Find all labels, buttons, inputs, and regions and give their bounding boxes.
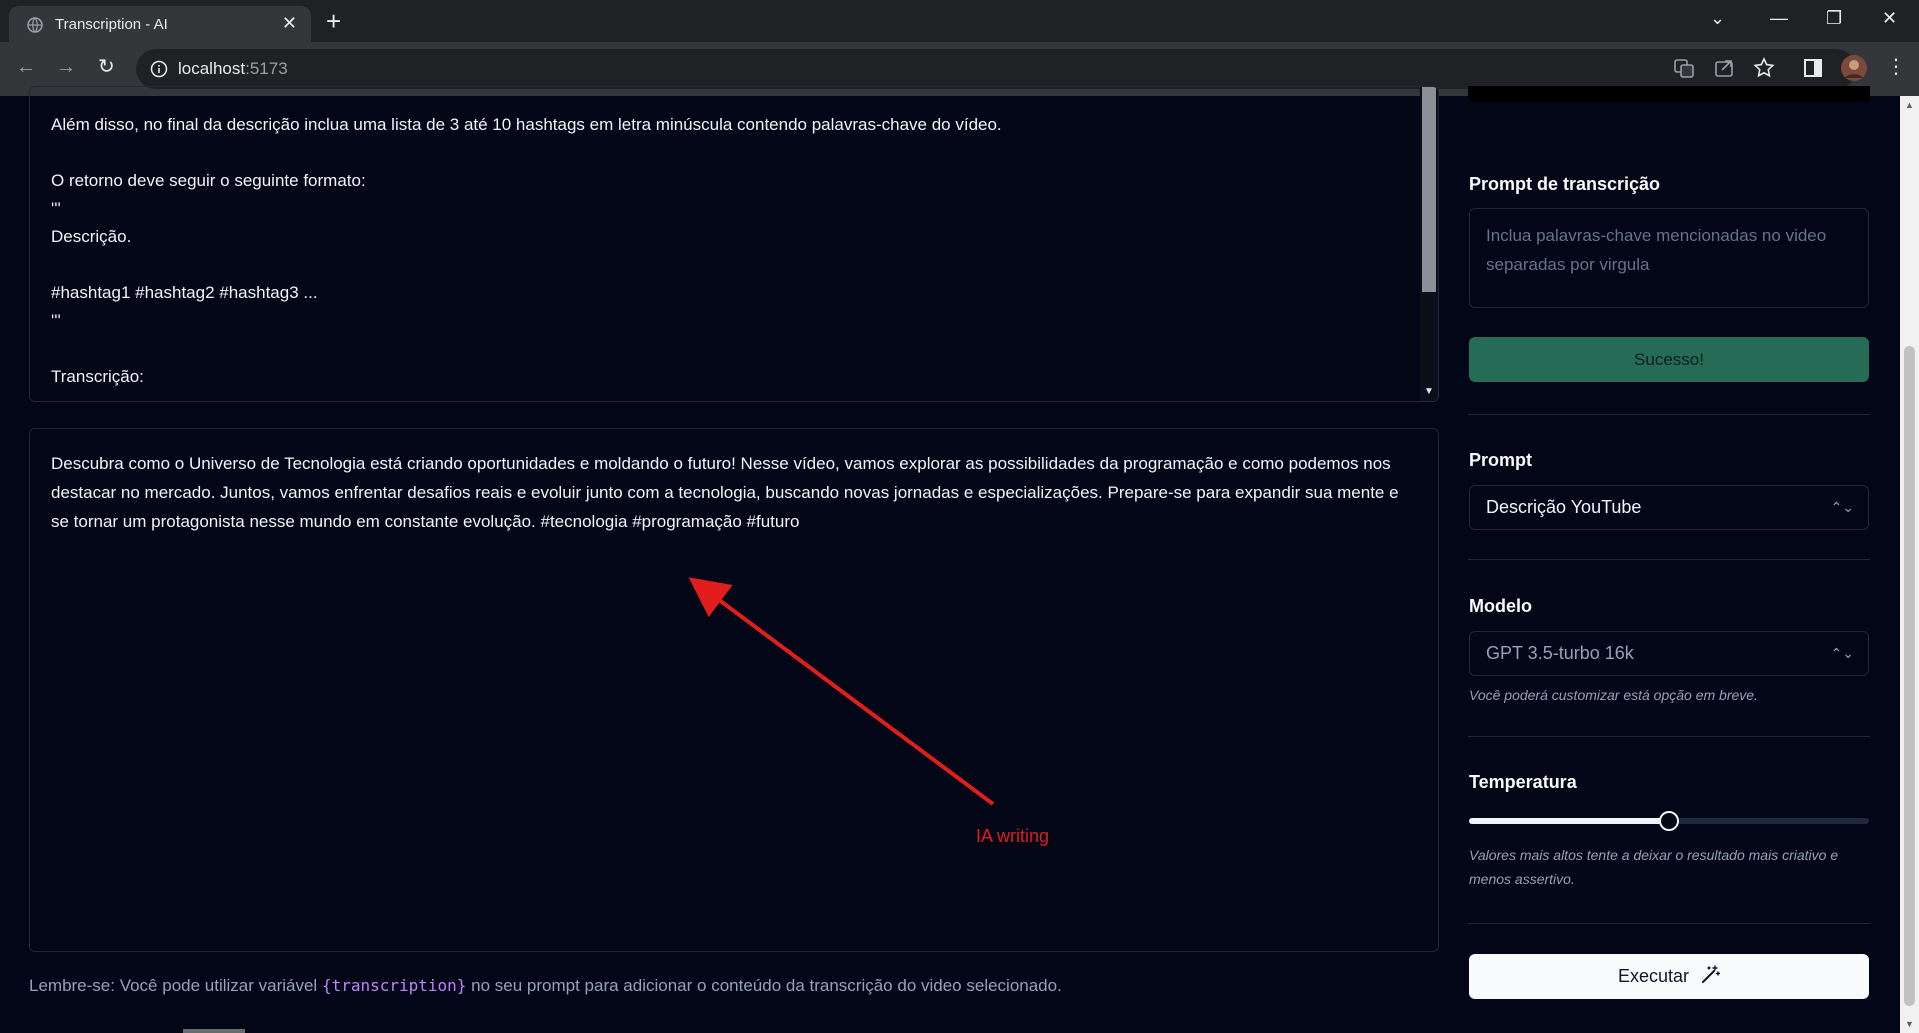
scroll-up-icon[interactable]: ▲ <box>1905 100 1914 110</box>
horizontal-scroll-indicator[interactable] <box>183 1029 245 1033</box>
success-button[interactable]: Sucesso! <box>1469 337 1869 382</box>
annotation-label: IA writing <box>976 826 1050 846</box>
info-icon[interactable] <box>150 60 168 78</box>
forward-icon[interactable]: → <box>56 55 76 79</box>
variable-hint: Lembre-se: Você pode utilizar variável {… <box>29 976 1062 995</box>
globe-icon <box>27 17 43 33</box>
execute-button[interactable]: Executar <box>1469 954 1869 999</box>
transcription-prompt-label: Prompt de transcrição <box>1469 174 1661 194</box>
page-scrollbar[interactable]: ▲ ▼ <box>1900 96 1919 1033</box>
temperature-slider[interactable] <box>1469 811 1869 831</box>
model-label: Modelo <box>1469 596 1532 616</box>
magic-wand-icon <box>1702 965 1721 983</box>
restore-icon[interactable]: ❐ <box>1826 8 1842 29</box>
model-hint: Você poderá customizar está opção em bre… <box>1469 687 1758 703</box>
divider <box>1468 414 1870 415</box>
tab-search-icon[interactable]: ⌄ <box>1710 8 1725 29</box>
translate-icon[interactable] <box>1672 56 1696 80</box>
menu-icon[interactable]: ⋮ <box>1886 55 1906 79</box>
chevron-up-down-icon: ⌃⌄ <box>1830 499 1854 515</box>
temperature-hint: Valores mais altos tente a deixar o resu… <box>1469 847 1839 887</box>
chevron-up-down-icon: ⌃⌄ <box>1830 645 1854 661</box>
minimize-icon[interactable]: — <box>1770 8 1788 29</box>
prompt-select[interactable]: Descrição YouTube ⌃⌄ <box>1469 485 1869 530</box>
divider <box>1468 923 1870 924</box>
url-text: localhost:5173 <box>178 59 288 78</box>
temperature-label: Temperatura <box>1469 772 1577 792</box>
temperature-slider-fill <box>1469 818 1669 824</box>
browser-tab-bar: Transcription - AI ✕ + ⌄ — ❐ ✕ <box>0 0 1919 42</box>
close-window-icon[interactable]: ✕ <box>1882 8 1897 29</box>
transcription-prompt-input[interactable]: Inclua palavras-chave mencionadas no vid… <box>1469 208 1869 308</box>
bookmark-star-icon[interactable] <box>1752 56 1776 80</box>
tab-title: Transcription - AI <box>55 16 168 33</box>
sidebar: Prompt de transcrição Inclua palavras-ch… <box>1468 96 1870 1033</box>
variable-token: {transcription} <box>321 976 467 995</box>
scroll-down-icon[interactable]: ▼ <box>1905 1019 1914 1029</box>
divider <box>1468 736 1870 737</box>
page-scrollbar-thumb[interactable] <box>1904 346 1915 1006</box>
new-tab-icon[interactable]: + <box>326 8 341 34</box>
temperature-slider-thumb[interactable] <box>1659 811 1679 831</box>
back-icon[interactable]: ← <box>16 55 36 79</box>
model-select[interactable]: GPT 3.5-turbo 16k ⌃⌄ <box>1469 631 1869 676</box>
close-tab-icon[interactable]: ✕ <box>282 14 297 32</box>
address-bar[interactable]: localhost:5173 <box>136 49 1856 89</box>
browser-tab[interactable]: Transcription - AI ✕ <box>9 6 311 42</box>
reload-icon[interactable]: ↻ <box>98 55 115 79</box>
profile-avatar[interactable] <box>1840 54 1868 82</box>
page: Além disso, no final da descrição inclua… <box>0 86 1919 1033</box>
side-panel-icon[interactable] <box>1801 56 1825 80</box>
share-icon[interactable] <box>1712 56 1736 80</box>
divider <box>1468 559 1870 560</box>
prompt-label: Prompt <box>1469 450 1532 470</box>
